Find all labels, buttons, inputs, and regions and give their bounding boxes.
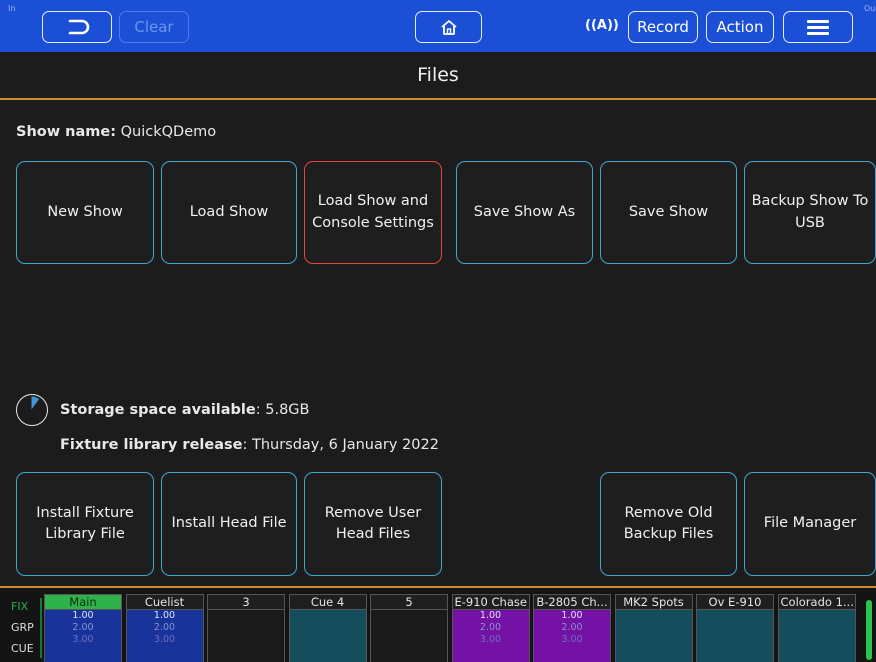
playback-level-value: 2.00 bbox=[72, 622, 94, 633]
playback-fader[interactable]: Main 1.00 2.00 3.00 bbox=[44, 594, 122, 662]
title-bar: Files bbox=[0, 52, 876, 100]
playback-name: E-910 Chase bbox=[452, 595, 529, 610]
action-button[interactable]: Action bbox=[706, 11, 774, 43]
output-indicator: Ou bbox=[864, 4, 876, 13]
playback-level-value: 1.00 bbox=[153, 610, 176, 621]
playback-levels bbox=[371, 610, 447, 662]
playback-name: B-2805 Ch... bbox=[534, 595, 610, 610]
undo-button[interactable] bbox=[42, 11, 112, 43]
playback-bar: FIX GRP CUE Main 1.00 2.00 3.00 Cuelist 1.00 2… bbox=[0, 586, 876, 662]
playback-level-value: 3.00 bbox=[561, 634, 583, 645]
show-name-label: Show name: bbox=[16, 124, 117, 140]
home-button[interactable] bbox=[415, 11, 482, 43]
menu-button[interactable] bbox=[783, 11, 853, 43]
show-name-value: QuickQDemo bbox=[116, 124, 217, 140]
storage-gauge-icon bbox=[16, 394, 48, 426]
playback-level-value: 2.00 bbox=[561, 622, 583, 633]
library-value: : Thursday, 6 January 2022 bbox=[242, 437, 439, 453]
playback-level-value: 1.00 bbox=[479, 610, 502, 621]
playback-level-value: 3.00 bbox=[153, 634, 176, 645]
new-show-button[interactable]: New Show bbox=[16, 161, 154, 264]
playback-name: 3 bbox=[208, 595, 284, 610]
playback-levels: 1.00 2.00 3.00 bbox=[45, 610, 121, 662]
backup-show-to-usb-button[interactable]: Backup Show To USB bbox=[744, 161, 876, 264]
playback-levels bbox=[778, 610, 855, 662]
remove-user-head-files-button[interactable]: Remove User Head Files bbox=[304, 472, 442, 576]
save-show-as-button[interactable]: Save Show As bbox=[456, 161, 593, 264]
playback-level-value: 2.00 bbox=[153, 622, 176, 633]
playback-fader[interactable]: E-910 Chase 1.00 2.00 3.00 bbox=[451, 594, 530, 662]
playback-fader[interactable]: Ov E-910 bbox=[696, 594, 774, 662]
playback-name: 5 bbox=[371, 595, 447, 610]
playback-level-value: 3.00 bbox=[479, 634, 502, 645]
playback-name: Colorado 1... bbox=[778, 595, 855, 610]
playback-fader[interactable]: MK2 Spots bbox=[614, 594, 693, 662]
playback-levels: 1.00 2.00 3.00 bbox=[452, 610, 529, 662]
clear-button[interactable]: Clear bbox=[119, 11, 189, 43]
playback-fader[interactable]: 5 bbox=[370, 594, 448, 662]
top-toolbar: In Ou Clear ((A)) Record Action bbox=[0, 0, 876, 52]
load-show-and-console-settings-button[interactable]: Load Show and Console Settings bbox=[304, 161, 442, 264]
wireless-icon[interactable]: ((A)) bbox=[585, 18, 619, 33]
playback-levels: 1.00 2.00 3.00 bbox=[126, 610, 203, 662]
playback-level-value: 3.00 bbox=[72, 634, 94, 645]
playback-levels bbox=[697, 610, 773, 662]
input-indicator: In bbox=[8, 4, 16, 13]
install-fixture-library-file-button[interactable]: Install Fixture Library File bbox=[16, 472, 154, 576]
home-icon bbox=[440, 19, 457, 35]
playback-fader[interactable]: Cue 4 bbox=[288, 594, 367, 662]
playback-name: Cuelist bbox=[126, 595, 203, 610]
hamburger-menu-icon bbox=[807, 20, 829, 35]
mode-divider bbox=[40, 598, 42, 658]
playback-levels bbox=[208, 610, 284, 662]
playback-name: MK2 Spots bbox=[615, 595, 692, 610]
show-name-line: Show name: QuickQDemo bbox=[16, 124, 216, 140]
playback-levels bbox=[615, 610, 692, 662]
playback-level-value: 2.00 bbox=[479, 622, 502, 633]
remove-old-backup-files-button[interactable]: Remove Old Backup Files bbox=[600, 472, 737, 576]
playback-levels: 1.00 2.00 3.00 bbox=[534, 610, 610, 662]
playback-scrollbar[interactable] bbox=[866, 600, 872, 660]
install-head-file-button[interactable]: Install Head File bbox=[161, 472, 297, 576]
save-show-button[interactable]: Save Show bbox=[600, 161, 737, 264]
file-manager-button[interactable]: File Manager bbox=[744, 472, 876, 576]
playback-name: Main bbox=[45, 595, 121, 610]
playback-fader[interactable]: Colorado 1... bbox=[777, 594, 856, 662]
storage-space-line: Storage space available: 5.8GB bbox=[60, 402, 310, 418]
mode-grp-button[interactable]: GRP bbox=[11, 621, 34, 634]
playback-name: Ov E-910 bbox=[697, 595, 773, 610]
record-button[interactable]: Record bbox=[628, 11, 698, 43]
playback-levels bbox=[289, 610, 366, 662]
playback-level-value: 1.00 bbox=[561, 610, 583, 621]
playback-name: Cue 4 bbox=[289, 595, 366, 610]
playback-fader[interactable]: 3 bbox=[207, 594, 285, 662]
fixture-library-line: Fixture library release: Thursday, 6 Jan… bbox=[60, 437, 439, 453]
library-label: Fixture library release bbox=[60, 437, 243, 453]
playback-fader[interactable]: Cuelist 1.00 2.00 3.00 bbox=[125, 594, 204, 662]
mode-fix-button[interactable]: FIX bbox=[11, 600, 28, 613]
playback-level-value: 1.00 bbox=[72, 610, 94, 621]
load-show-button[interactable]: Load Show bbox=[161, 161, 297, 264]
storage-label: Storage space available bbox=[60, 402, 256, 418]
undo-arrow-icon bbox=[68, 19, 90, 35]
playback-fader[interactable]: B-2805 Ch... 1.00 2.00 3.00 bbox=[533, 594, 611, 662]
page-title: Files bbox=[417, 64, 459, 86]
storage-value: : 5.8GB bbox=[255, 402, 310, 418]
mode-cue-button[interactable]: CUE bbox=[11, 642, 34, 655]
